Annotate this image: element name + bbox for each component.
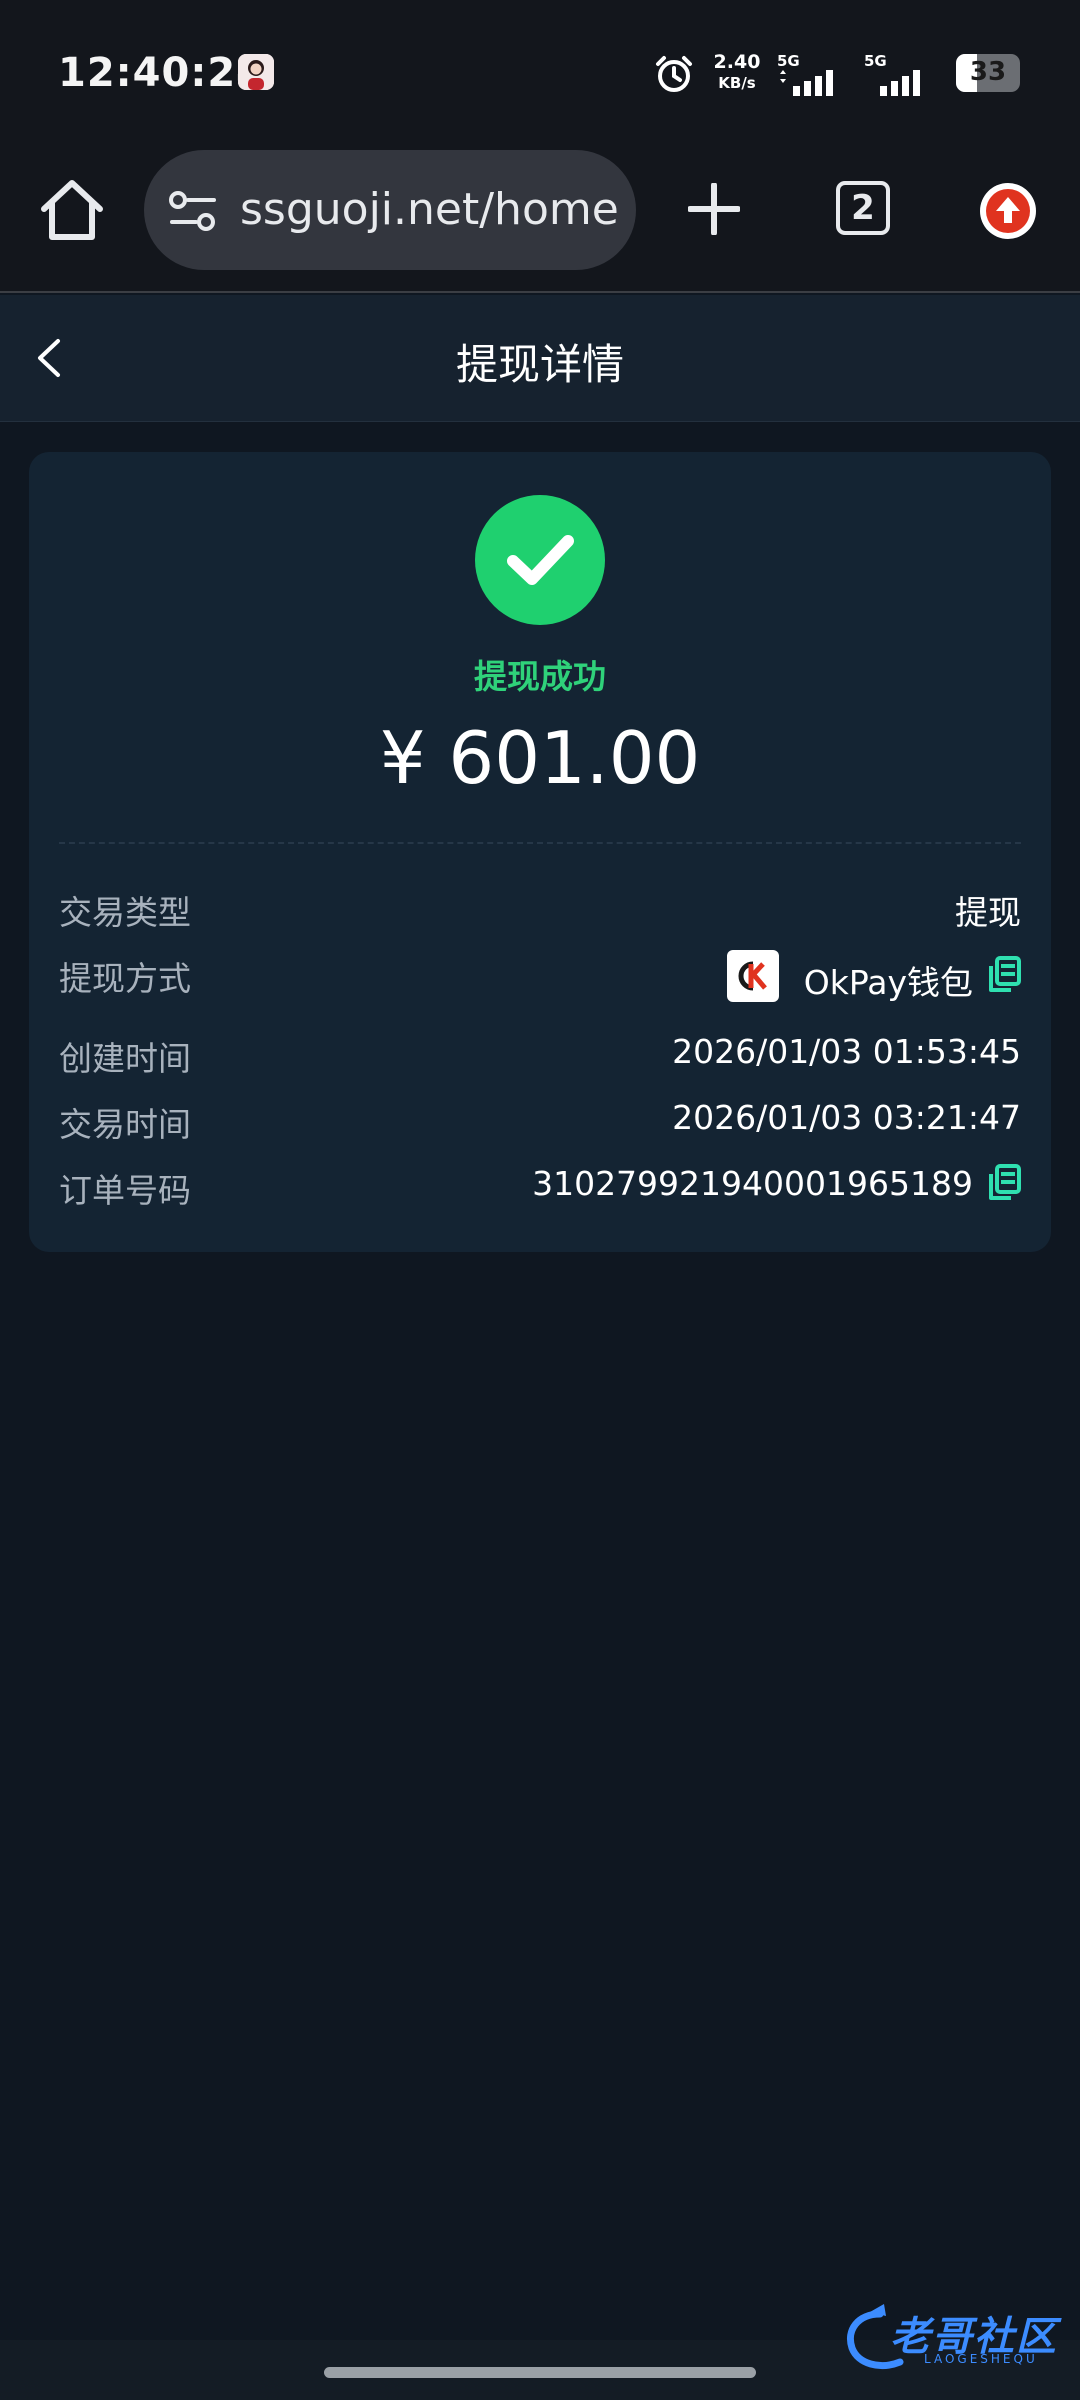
status-time: 12:40:24 xyxy=(58,50,265,96)
detail-row-type: 交易类型 提现 xyxy=(59,886,1021,942)
network-speed-unit: KB/s xyxy=(718,74,756,92)
status-bar: 12:40:24 2.40 KB/s 5G 5G 33 xyxy=(0,0,1080,145)
alarm-icon xyxy=(656,56,692,92)
page-title: 提现详情 xyxy=(455,340,624,389)
success-check-icon xyxy=(475,495,605,625)
signal-type-label: 5G xyxy=(864,52,887,70)
battery-level: 33 xyxy=(969,57,1007,87)
signal-type-label: 5G xyxy=(777,52,800,70)
row-value: 2026/01/03 03:21:47 xyxy=(672,1098,1021,1137)
row-label: 创建时间 xyxy=(59,1039,191,1078)
battery-icon: 33 xyxy=(956,54,1020,92)
detail-row-order-number: 订单号码 310279921940001965189 xyxy=(59,1164,1021,1220)
network-speed: 2.40 KB/s xyxy=(702,52,772,94)
browser-toolbar: ssguoji.net/home 2 xyxy=(0,145,1080,293)
row-value: OkPay钱包 xyxy=(803,963,973,1002)
divider xyxy=(59,842,1021,844)
row-label: 交易类型 xyxy=(59,893,191,932)
withdrawal-detail-card: 提现成功 ¥ 601.00 交易类型 提现 提现方式 OkPay钱包 创建时间 … xyxy=(29,452,1051,1252)
status-text: 提现成功 xyxy=(474,657,606,696)
new-tab-icon[interactable] xyxy=(688,183,740,235)
okpay-logo-icon xyxy=(727,950,779,1002)
update-available-icon[interactable] xyxy=(980,183,1036,239)
network-speed-value: 2.40 xyxy=(713,51,761,73)
url-text[interactable]: ssguoji.net/home xyxy=(240,184,619,235)
detail-row-method: 提现方式 OkPay钱包 xyxy=(59,950,1021,1008)
site-settings-icon[interactable] xyxy=(168,190,218,234)
gesture-handle[interactable] xyxy=(324,2367,756,2378)
row-value: 310279921940001965189 xyxy=(532,1164,973,1203)
detail-row-trade-time: 交易时间 2026/01/03 03:21:47 xyxy=(59,1098,1021,1154)
page-header: 提现详情 xyxy=(0,295,1080,422)
row-label: 订单号码 xyxy=(59,1171,191,1210)
row-label: 交易时间 xyxy=(59,1105,191,1144)
detail-row-created-time: 创建时间 2026/01/03 01:53:45 xyxy=(59,1032,1021,1088)
notification-avatar-icon xyxy=(238,54,274,90)
home-icon[interactable] xyxy=(38,177,106,243)
row-value: 提现 xyxy=(955,893,1021,932)
address-bar[interactable]: ssguoji.net/home xyxy=(144,150,636,270)
row-value: 2026/01/03 01:53:45 xyxy=(672,1032,1021,1071)
copy-icon[interactable] xyxy=(987,956,1021,994)
signal-icon: 5G xyxy=(864,52,924,96)
row-label: 提现方式 xyxy=(59,959,191,998)
amount: ¥ 601.00 xyxy=(379,716,701,800)
signal-icon: 5G xyxy=(777,52,837,96)
watermark-logo: 老哥社区 LAOGESHEQU xyxy=(840,2300,1070,2380)
tab-switcher-button[interactable]: 2 xyxy=(836,181,890,235)
watermark-subtext: LAOGESHEQU xyxy=(924,2352,1038,2366)
copy-icon[interactable] xyxy=(987,1164,1021,1202)
